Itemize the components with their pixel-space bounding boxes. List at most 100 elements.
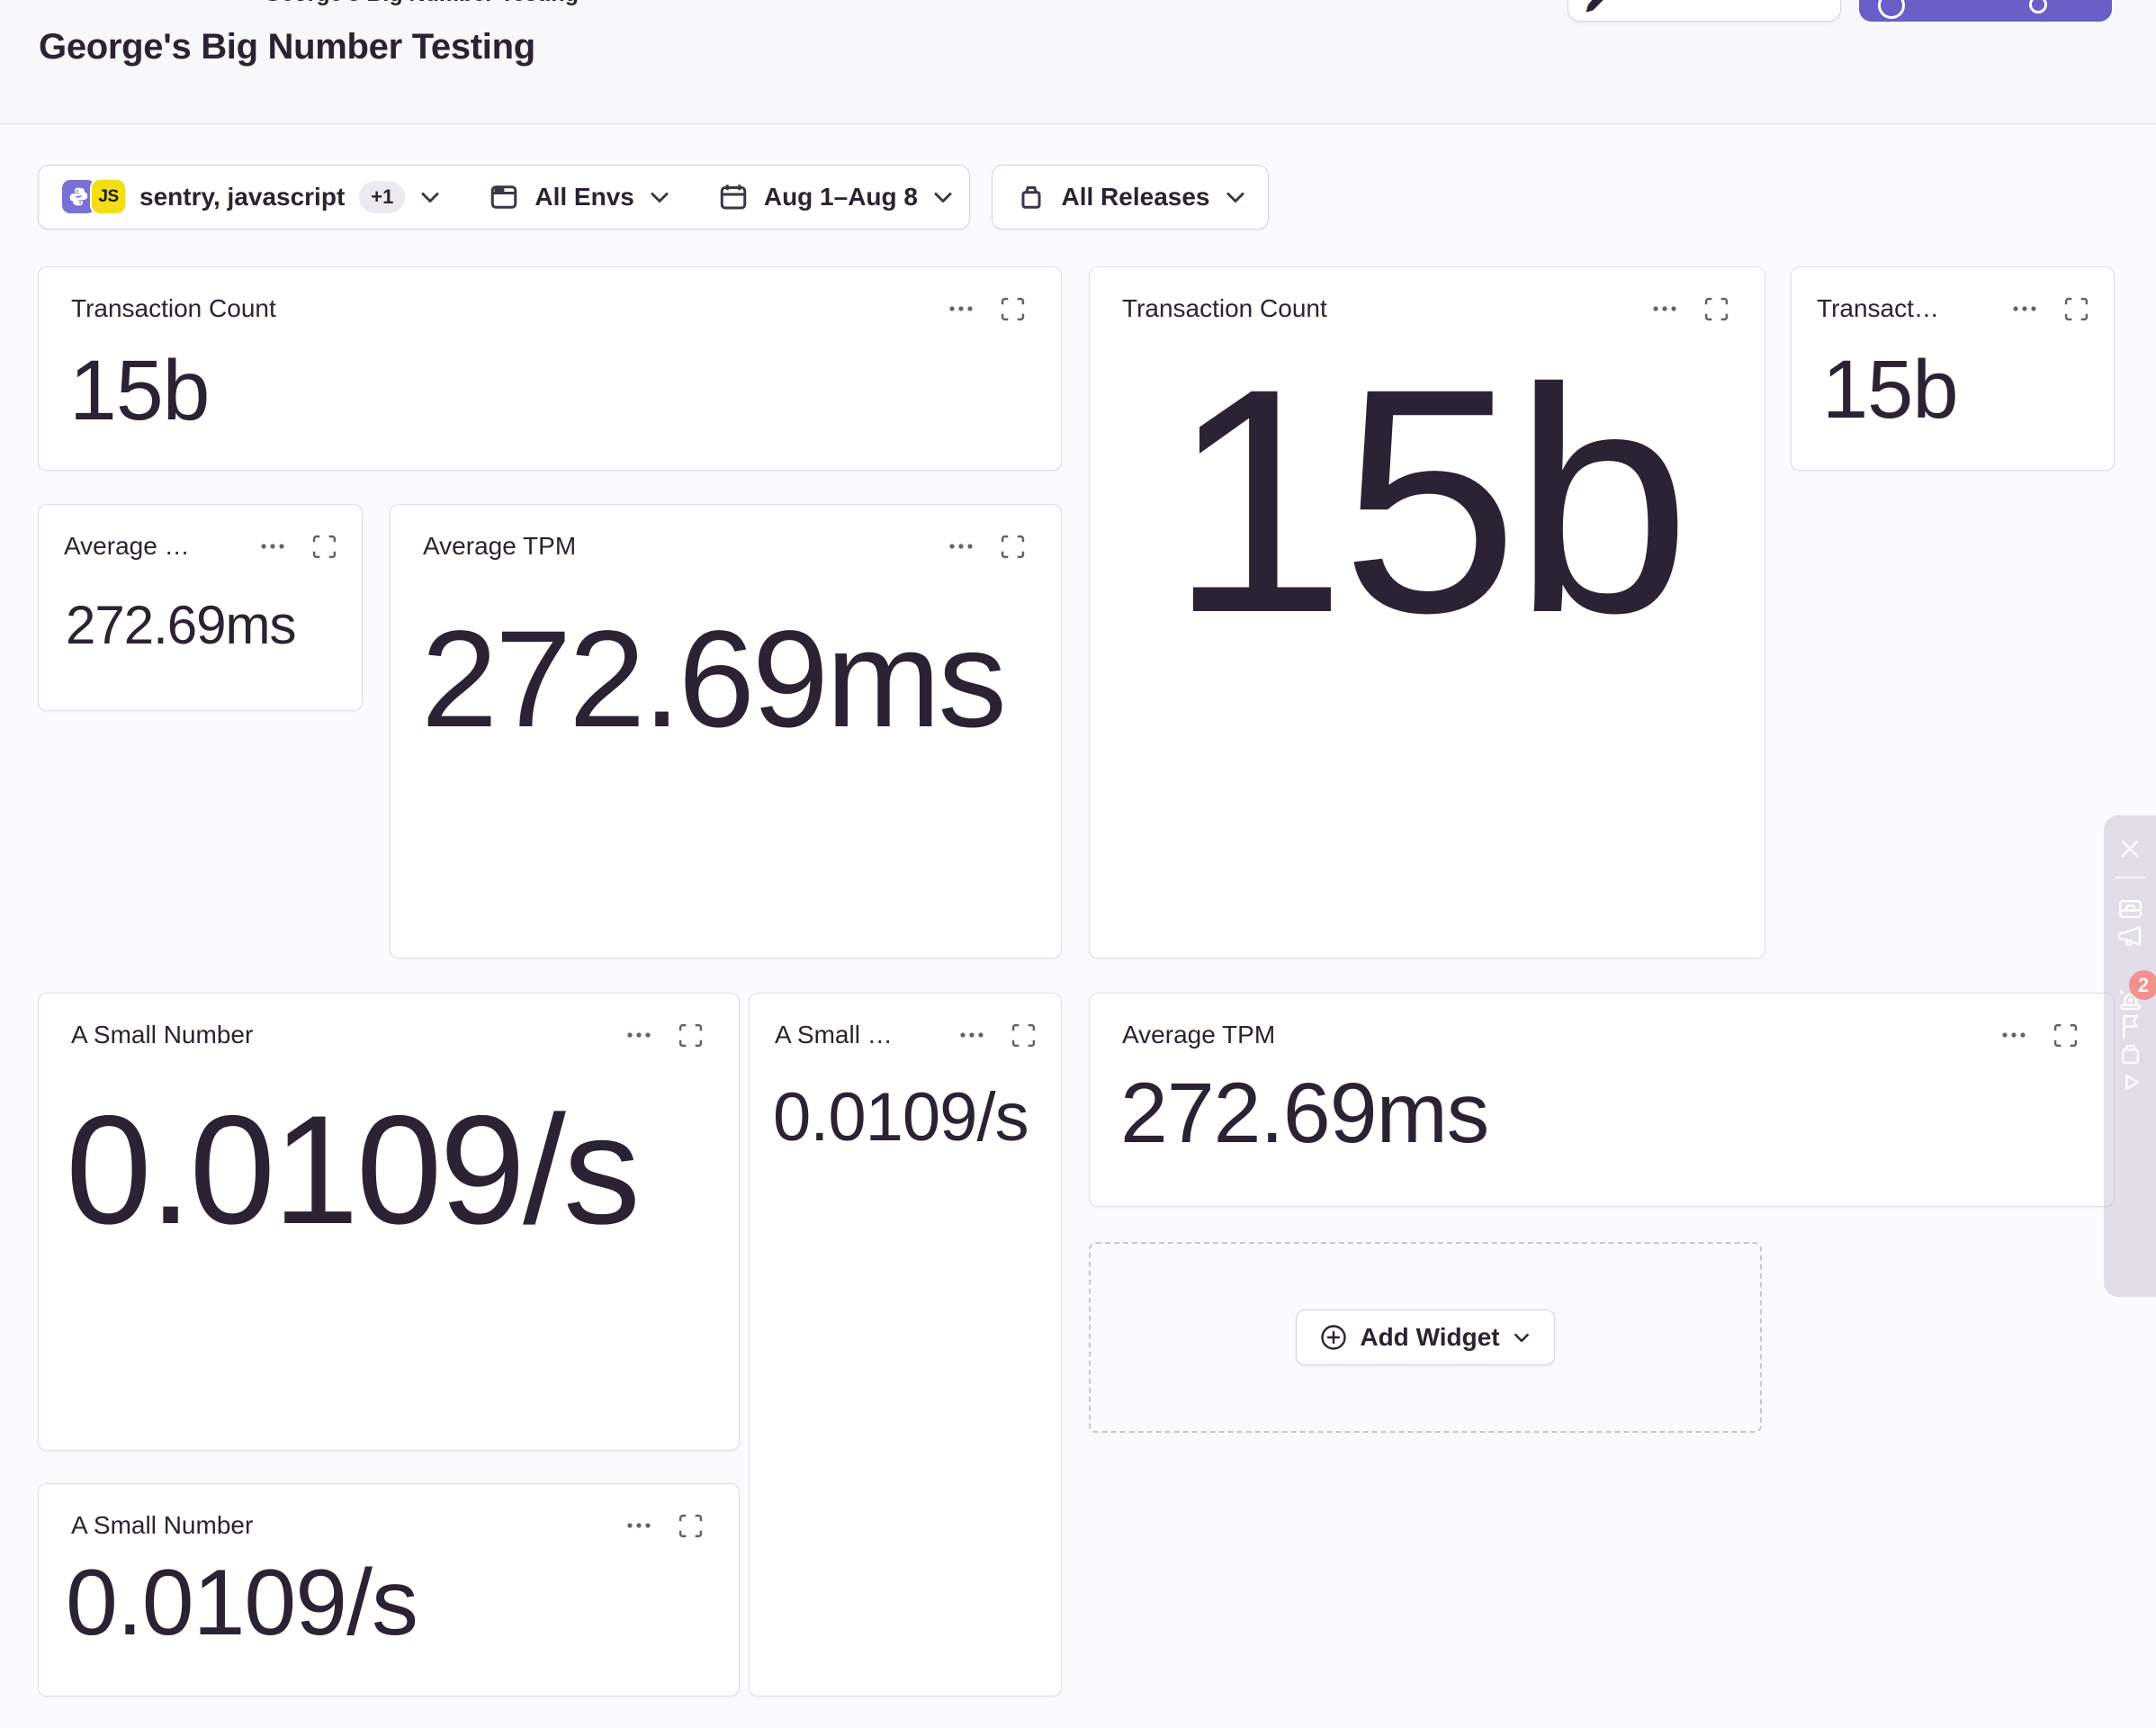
widget-title: A Small Number [71,1511,253,1540]
alerts-button-wrap: 2 [2116,985,2144,1012]
widget-value: 15b [69,346,1061,436]
widget-options-button[interactable] [260,543,285,550]
release-filter-label: All Releases [1062,183,1210,212]
date-range-filter[interactable]: Aug 1–Aug 8 [694,166,977,229]
whats-new-button[interactable] [2116,922,2144,950]
widget-average-tpm[interactable]: Average TPM 272.69ms [390,504,1062,958]
expand-icon [678,1023,703,1048]
flag-icon [2116,1012,2144,1040]
widget-a-small-number-tall[interactable]: A Small … 0.0109/s [749,993,1062,1696]
expand-icon [312,535,337,559]
button-text-remnant [2029,0,2047,14]
widget-options-button[interactable] [2001,1031,2026,1039]
widget-options-button[interactable] [2012,305,2037,312]
environment-filter[interactable]: All Envs [464,166,693,229]
ellipsis-icon [948,305,974,312]
notification-badge: 2 [2129,970,2156,1000]
page-title: George's Big Number Testing [39,27,535,68]
window-icon [488,181,520,213]
ellipsis-icon [2001,1031,2026,1039]
widget-expand-button[interactable] [678,1023,703,1048]
widget-options-button[interactable] [1652,305,1677,312]
widget-expand-button[interactable] [1001,535,1025,559]
megaphone-icon [2116,922,2144,950]
releases-panel-button[interactable] [2116,1040,2144,1068]
project-platform-icons: JS [62,180,125,214]
floating-side-toolbar: 2 [2104,815,2156,1297]
release-box-icon [2116,1040,2144,1068]
widget-value: 272.69ms [66,597,362,653]
feedback-button[interactable] [2116,1012,2144,1040]
widget-value: 0.0109/s [66,1089,739,1252]
widget-options-button[interactable] [626,1522,651,1529]
widget-average-small[interactable]: Average … 272.69ms [38,504,363,711]
chevron-down-icon [932,191,954,204]
widget-options-button[interactable] [626,1031,651,1039]
breadcrumb: George's Big Number Testing [264,0,579,7]
environment-filter-label: All Envs [535,183,633,212]
python-icon [62,180,95,213]
project-filter[interactable]: JS sentry, javascript +1 [39,166,464,229]
widget-title: Average … [64,532,190,561]
widget-value: 15b [1822,346,2114,434]
ellipsis-icon [948,543,974,550]
date-range-label: Aug 1–Aug 8 [764,183,918,212]
expand-icon [2053,1023,2078,1048]
widget-transaction-count[interactable]: Transaction Count 15b [38,266,1062,471]
ellipsis-icon [959,1031,984,1039]
widget-expand-button[interactable] [2053,1023,2078,1048]
close-toolbar-button[interactable] [2116,835,2143,862]
chevron-down-icon [419,191,441,204]
widget-transaction-count-large[interactable]: Transaction Count 15b [1089,266,1765,958]
close-icon [2116,835,2143,862]
expand-icon [1011,1023,1036,1048]
widget-a-small-number-bottom[interactable]: A Small Number 0.0109/s [38,1483,740,1696]
widget-options-button[interactable] [959,1031,984,1039]
widget-expand-button[interactable] [678,1514,703,1538]
widget-title: Transaction Count [71,294,276,323]
add-widget-label: Add Widget [1360,1323,1499,1352]
widget-expand-button[interactable] [1704,297,1729,321]
widget-expand-button[interactable] [1011,1023,1036,1048]
widget-expand-button[interactable] [312,535,337,559]
filter-bar: JS sentry, javascript +1 All Envs [38,165,970,230]
widget-value: 0.0109/s [773,1082,1061,1154]
widget-expand-button[interactable] [2064,297,2089,321]
expand-icon [678,1514,703,1538]
release-box-icon [1015,181,1047,213]
widget-title: A Small … [775,1021,893,1049]
javascript-icon: JS [92,180,125,213]
button-icon-remnant [1878,0,1905,19]
broadcasts-button[interactable] [2116,895,2144,922]
plus-circle-icon [1320,1324,1347,1351]
release-filter[interactable]: All Releases [992,165,1269,230]
pencil-icon [1583,0,1613,14]
widget-options-button[interactable] [948,543,974,550]
widget-value: 272.69ms [421,608,1061,752]
expand-icon [1001,297,1025,321]
ellipsis-icon [626,1522,651,1529]
chevron-down-icon [1513,1332,1531,1344]
edit-dashboard-button[interactable] [1568,0,1841,22]
widget-expand-button[interactable] [1001,297,1025,321]
widget-title: Transaction Count [1122,294,1327,323]
demo-play-button[interactable] [2116,1068,2144,1096]
widget-title: A Small Number [71,1021,253,1049]
chevron-down-icon [1225,191,1246,204]
widget-title: Average TPM [423,532,576,561]
add-widget-button[interactable]: Add Widget [1296,1310,1554,1365]
ellipsis-icon [1652,305,1677,312]
ellipsis-icon [626,1031,651,1039]
calendar-icon [717,181,750,213]
widget-options-button[interactable] [948,305,974,312]
project-filter-label: sentry, javascript [139,183,345,212]
widget-title: Average TPM [1122,1021,1275,1049]
sentry-dashboard-page: George's Big Number Testing George's Big… [0,0,2156,1728]
widget-average-tpm-wide[interactable]: Average TPM 272.69ms [1089,993,2115,1207]
widget-transaction-count-small[interactable]: Transact… 15b [1791,266,2115,471]
primary-action-button[interactable] [1859,0,2112,22]
add-widget-zone: Add Widget [1089,1242,1762,1433]
topbar: George's Big Number Testing George's Big… [0,0,2156,124]
widget-value: 0.0109/s [66,1554,739,1652]
widget-a-small-number[interactable]: A Small Number 0.0109/s [38,993,740,1451]
